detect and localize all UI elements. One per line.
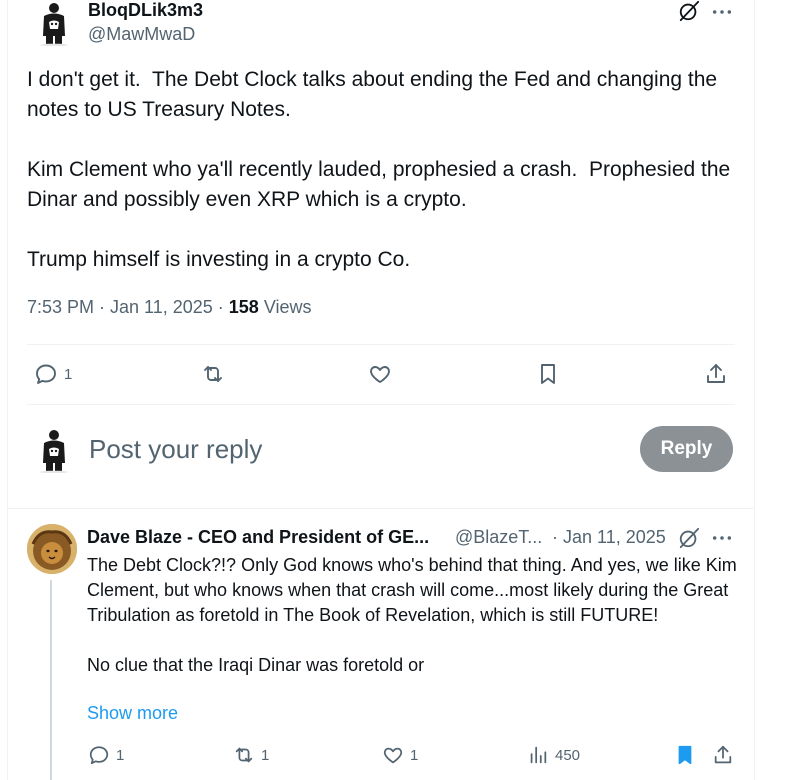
- reply-date[interactable]: · Jan 11, 2025: [552, 527, 666, 548]
- views-icon: [530, 746, 547, 764]
- tweet-text: I don't get it. The Debt Clock talks abo…: [27, 68, 731, 271]
- reply-icon: [89, 746, 109, 765]
- retweet-icon: [204, 366, 222, 382]
- reply-button[interactable]: Reply: [640, 426, 733, 472]
- divider: [27, 404, 735, 405]
- author-handle[interactable]: @MawMwaD: [88, 24, 195, 45]
- author-display-name[interactable]: BloqDLik3m3: [88, 0, 203, 21]
- retweet-icon: [235, 747, 253, 763]
- show-more-link[interactable]: Show more: [87, 703, 178, 724]
- reply-author-avatar[interactable]: [27, 524, 77, 574]
- bookmark-icon: [678, 745, 692, 765]
- share-action[interactable]: [704, 362, 728, 386]
- reply-icon: [36, 364, 56, 384]
- like-count: 1: [410, 746, 419, 764]
- section-divider: [7, 508, 755, 509]
- composer-avatar: [34, 429, 74, 473]
- grok-icon[interactable]: [678, 527, 700, 549]
- like-icon: [370, 366, 390, 383]
- reply-text: The Debt Clock?!? Only God knows who's b…: [87, 555, 737, 675]
- views-action[interactable]: 450: [527, 744, 580, 766]
- bookmark-action[interactable]: [536, 362, 560, 386]
- like-action[interactable]: 1: [382, 744, 418, 766]
- reply-author-display-name[interactable]: Dave Blaze - CEO and President of GE...: [87, 527, 429, 548]
- retweet-action[interactable]: 1: [233, 744, 269, 766]
- retweet-count: 1: [261, 746, 270, 764]
- more-icon[interactable]: [711, 1, 733, 23]
- tweet-timestamp[interactable]: 7:53 PM · Jan 11, 2025 ·: [27, 297, 229, 317]
- views-label: Views: [258, 297, 312, 317]
- reply-action[interactable]: 1: [88, 744, 124, 766]
- reply-author-handle[interactable]: @BlazeT...: [455, 527, 542, 548]
- like-action[interactable]: [368, 362, 392, 386]
- bookmark-action[interactable]: [674, 744, 696, 766]
- divider: [27, 344, 735, 345]
- bookmark-icon: [541, 364, 555, 384]
- author-avatar[interactable]: [34, 2, 74, 46]
- reply-action[interactable]: 1: [34, 362, 72, 386]
- retweet-action[interactable]: [201, 362, 225, 386]
- more-icon[interactable]: [711, 527, 733, 549]
- reply-count: 1: [64, 365, 73, 383]
- share-icon: [714, 745, 732, 764]
- reply-count: 1: [116, 746, 125, 764]
- views-count: 158: [228, 297, 259, 317]
- grok-icon[interactable]: [678, 0, 700, 22]
- share-icon: [707, 364, 725, 383]
- like-icon: [383, 747, 403, 764]
- thread-line: [50, 580, 52, 780]
- views-count: 450: [555, 746, 581, 764]
- share-action[interactable]: [712, 744, 734, 766]
- reply-input[interactable]: Post your reply: [89, 434, 262, 465]
- tweet-meta: 7:53 PM · Jan 11, 2025 · 158 Views: [27, 297, 312, 318]
